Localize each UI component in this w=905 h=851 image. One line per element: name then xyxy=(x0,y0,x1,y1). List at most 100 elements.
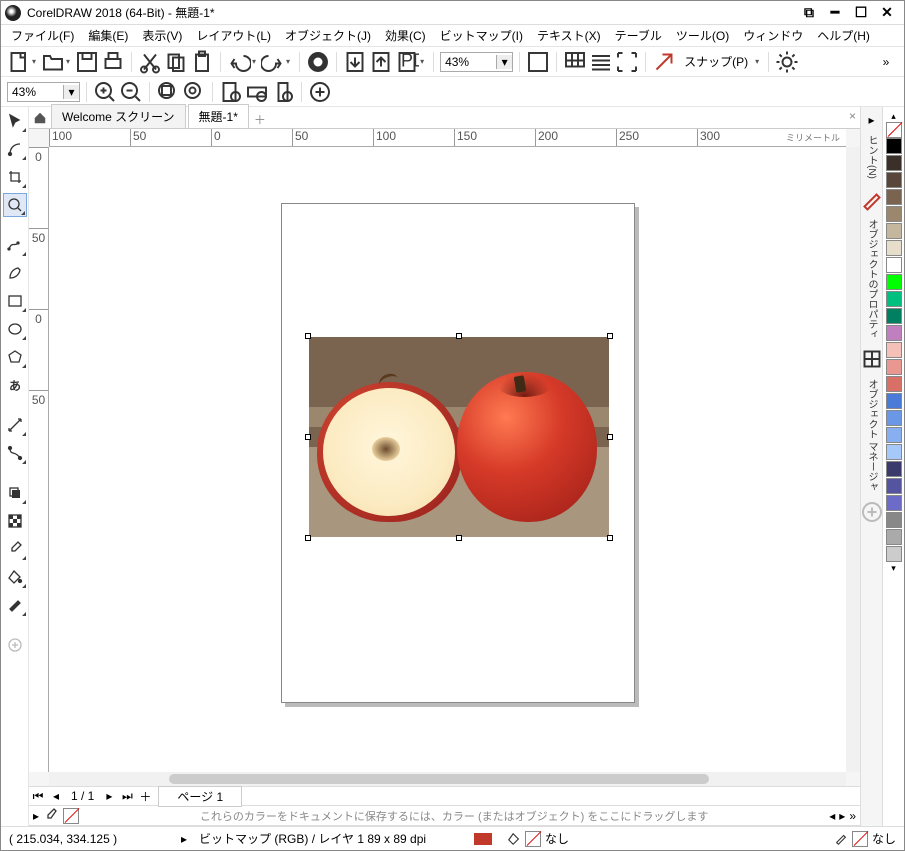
docker-align-icon[interactable] xyxy=(860,347,884,371)
ellipse-tool[interactable] xyxy=(3,317,27,341)
home-tab-icon[interactable] xyxy=(29,108,51,128)
zoom-height-button[interactable] xyxy=(271,80,295,104)
grid-button[interactable] xyxy=(563,50,587,74)
palette-up-icon[interactable]: ▴ xyxy=(891,111,896,122)
color-swatch[interactable] xyxy=(886,291,902,307)
color-swatch[interactable] xyxy=(886,529,902,545)
docker-prop-icon[interactable] xyxy=(860,187,884,211)
shape-tool[interactable] xyxy=(3,137,27,161)
redo-button[interactable] xyxy=(261,50,285,74)
menu-effect[interactable]: 効果(C) xyxy=(379,25,432,46)
color-swatch[interactable] xyxy=(886,155,902,171)
selection-handle[interactable] xyxy=(456,535,462,541)
canvas[interactable] xyxy=(49,147,846,772)
color-swatch[interactable] xyxy=(886,206,902,222)
status-outline[interactable]: なし xyxy=(834,830,896,847)
pick-tool[interactable] xyxy=(3,109,27,133)
zoom-input[interactable] xyxy=(441,55,496,69)
color-swatch[interactable] xyxy=(886,376,902,392)
ruler-horizontal[interactable]: 10050050100150200250300 xyxy=(49,129,846,147)
open-button[interactable] xyxy=(41,50,65,74)
menu-window[interactable]: ウィンドウ xyxy=(737,25,809,46)
ruler-vertical[interactable]: 050050 xyxy=(29,147,49,772)
color-swatch[interactable] xyxy=(886,138,902,154)
eyedropper-tool[interactable] xyxy=(3,537,27,561)
new-button[interactable] xyxy=(7,50,31,74)
color-swatch[interactable] xyxy=(886,495,902,511)
close-button[interactable]: ✕ xyxy=(874,3,900,23)
color-swatch[interactable] xyxy=(886,274,902,290)
search-button[interactable] xyxy=(306,50,330,74)
guides-button[interactable] xyxy=(615,50,639,74)
color-swatch[interactable] xyxy=(886,325,902,341)
launch-button[interactable] xyxy=(652,50,676,74)
add-button[interactable] xyxy=(308,80,332,104)
zoom-width-button[interactable] xyxy=(245,80,269,104)
page-add-button[interactable]: ＋ xyxy=(136,788,154,805)
palette-none-swatch[interactable] xyxy=(886,122,902,138)
minimize-button[interactable]: ━ xyxy=(822,3,848,23)
menu-help[interactable]: ヘルプ(H) xyxy=(811,25,876,46)
palette-scroll-left[interactable]: ◂ xyxy=(829,809,835,823)
page-tab[interactable]: ページ 1 xyxy=(158,786,242,807)
zoom-page-button[interactable] xyxy=(219,80,243,104)
color-swatch[interactable] xyxy=(886,359,902,375)
cut-button[interactable] xyxy=(138,50,162,74)
menu-view[interactable]: 表示(V) xyxy=(136,25,188,46)
menu-file[interactable]: ファイル(F) xyxy=(5,25,80,46)
zoom-out-button[interactable] xyxy=(119,80,143,104)
color-swatch[interactable] xyxy=(886,172,902,188)
document-tab[interactable]: 無題-1* xyxy=(188,104,249,128)
docker-add-icon[interactable] xyxy=(860,500,884,524)
color-swatch[interactable] xyxy=(886,427,902,443)
docker-properties[interactable]: オブジェクトのプロパティ xyxy=(862,215,881,343)
zoom2-input[interactable] xyxy=(8,85,63,99)
docker-hints[interactable]: ヒント(N) xyxy=(862,131,881,183)
color-swatch[interactable] xyxy=(886,240,902,256)
selection-handle[interactable] xyxy=(305,535,311,541)
scrollbar-horizontal[interactable] xyxy=(49,772,846,786)
scrollbar-vertical[interactable] xyxy=(846,147,860,772)
docker-object-manager[interactable]: オブジェクト マネージャ xyxy=(862,375,881,496)
outline-tool[interactable] xyxy=(3,593,27,617)
zoom-all-button[interactable] xyxy=(182,80,206,104)
menu-tool[interactable]: ツール(O) xyxy=(670,25,735,46)
selection-handle[interactable] xyxy=(305,333,311,339)
color-swatch[interactable] xyxy=(886,444,902,460)
page-next-button[interactable]: ▸ xyxy=(100,789,118,803)
copy-button[interactable] xyxy=(164,50,188,74)
import-button[interactable] xyxy=(343,50,367,74)
freehand-tool[interactable] xyxy=(3,233,27,257)
selection-handle[interactable] xyxy=(607,434,613,440)
palette-expand[interactable]: » xyxy=(849,809,856,823)
menu-object[interactable]: オブジェクト(J) xyxy=(279,25,377,46)
page-first-button[interactable]: ⏮ xyxy=(29,789,47,804)
baseline-grid-button[interactable] xyxy=(589,50,613,74)
color-swatch[interactable] xyxy=(886,546,902,562)
polygon-tool[interactable] xyxy=(3,345,27,369)
connector-tool[interactable] xyxy=(3,441,27,465)
publish-pdf-button[interactable]: PDF xyxy=(395,50,419,74)
color-swatch[interactable] xyxy=(886,342,902,358)
add-tab-button[interactable]: ＋ xyxy=(251,110,269,128)
zoom-in-button[interactable] xyxy=(93,80,117,104)
page-last-button[interactable]: ⏭ xyxy=(118,789,136,804)
page-prev-button[interactable]: ◂ xyxy=(47,789,65,803)
status-color-icon[interactable] xyxy=(471,827,495,851)
undo-button[interactable] xyxy=(227,50,251,74)
fullscreen-button[interactable] xyxy=(526,50,550,74)
export-button[interactable] xyxy=(369,50,393,74)
color-swatch[interactable] xyxy=(886,461,902,477)
crop-tool[interactable] xyxy=(3,165,27,189)
dropshadow-tool[interactable] xyxy=(3,481,27,505)
rectangle-tool[interactable] xyxy=(3,289,27,313)
save-button[interactable] xyxy=(75,50,99,74)
menu-text[interactable]: テキスト(X) xyxy=(531,25,607,46)
zoom-dropdown[interactable]: ▾ xyxy=(496,55,512,69)
selection-handle[interactable] xyxy=(305,434,311,440)
paste-button[interactable] xyxy=(190,50,214,74)
color-swatch[interactable] xyxy=(886,189,902,205)
menu-bitmap[interactable]: ビットマップ(I) xyxy=(434,25,529,46)
color-swatch[interactable] xyxy=(886,478,902,494)
fill-tool[interactable] xyxy=(3,565,27,589)
